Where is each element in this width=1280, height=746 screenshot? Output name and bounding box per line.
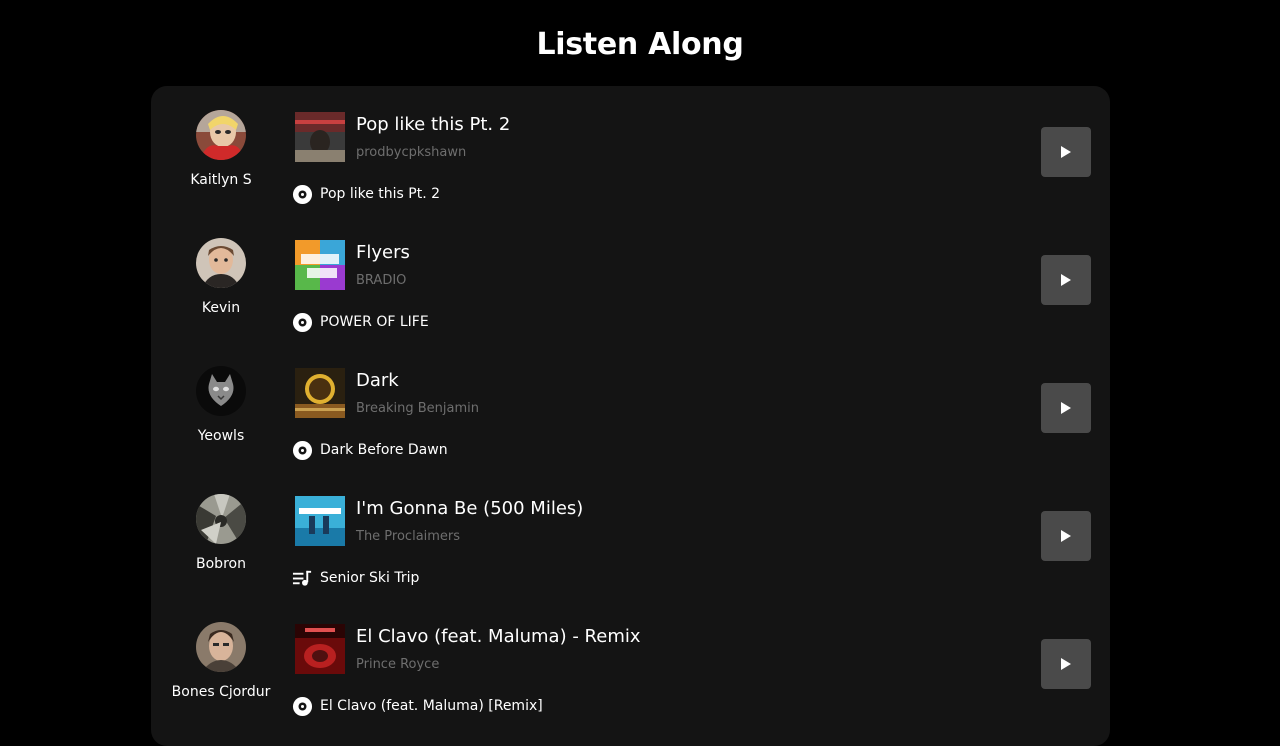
avatar[interactable] bbox=[196, 622, 246, 672]
album-cover[interactable] bbox=[295, 624, 345, 674]
track-title[interactable]: I'm Gonna Be (500 Miles) bbox=[356, 497, 583, 521]
avatar[interactable] bbox=[196, 110, 246, 160]
play-button[interactable] bbox=[1041, 639, 1091, 689]
album-cover[interactable] bbox=[295, 496, 345, 546]
username: Bones Cjordur bbox=[171, 684, 271, 700]
context-album[interactable]: Pop like this Pt. 2 bbox=[292, 183, 440, 205]
list-item: Bones Cjordur El Clavo (feat. Maluma) - … bbox=[151, 598, 1110, 726]
username: Yeowls bbox=[197, 428, 245, 444]
play-button[interactable] bbox=[1041, 383, 1091, 433]
album-disc-icon bbox=[292, 184, 313, 204]
album-disc-icon bbox=[292, 440, 313, 460]
user-info: Kevin bbox=[151, 238, 291, 317]
context-label: POWER OF LIFE bbox=[320, 314, 429, 330]
list-item: Yeowls Dark Breaking Benjamin Dark Befor… bbox=[151, 342, 1110, 470]
track-title[interactable]: Pop like this Pt. 2 bbox=[356, 113, 510, 137]
user-info: Bobron bbox=[151, 494, 291, 573]
username: Kaitlyn S bbox=[190, 172, 252, 188]
context-album[interactable]: POWER OF LIFE bbox=[292, 311, 429, 333]
context-album[interactable]: Dark Before Dawn bbox=[292, 439, 448, 461]
track-artist[interactable]: Prince Royce bbox=[356, 656, 439, 674]
play-icon bbox=[1061, 530, 1071, 542]
context-playlist[interactable]: Senior Ski Trip bbox=[292, 567, 419, 589]
username: Kevin bbox=[201, 300, 241, 316]
list-item: Kaitlyn S Pop like this Pt. 2 prodbycpks… bbox=[151, 86, 1110, 214]
track-title[interactable]: Flyers bbox=[356, 241, 410, 265]
context-label: Dark Before Dawn bbox=[320, 442, 448, 458]
album-disc-icon bbox=[292, 696, 313, 716]
album-disc-icon bbox=[292, 312, 313, 332]
user-info: Yeowls bbox=[151, 366, 291, 445]
album-cover[interactable] bbox=[295, 368, 345, 418]
track-artist[interactable]: Breaking Benjamin bbox=[356, 400, 479, 418]
track-title[interactable]: Dark bbox=[356, 369, 399, 393]
play-icon bbox=[1061, 402, 1071, 414]
playlist-icon bbox=[292, 570, 312, 586]
avatar[interactable] bbox=[196, 238, 246, 288]
play-icon bbox=[1061, 274, 1071, 286]
avatar[interactable] bbox=[196, 494, 246, 544]
track-title[interactable]: El Clavo (feat. Maluma) - Remix bbox=[356, 625, 641, 649]
username: Bobron bbox=[196, 556, 246, 572]
listen-along-list: Kaitlyn S Pop like this Pt. 2 prodbycpks… bbox=[151, 86, 1110, 746]
context-label: Senior Ski Trip bbox=[320, 570, 420, 586]
context-label: Pop like this Pt. 2 bbox=[320, 186, 441, 202]
album-cover[interactable] bbox=[295, 240, 345, 290]
play-icon bbox=[1061, 658, 1071, 670]
play-button[interactable] bbox=[1041, 255, 1091, 305]
play-button[interactable] bbox=[1041, 511, 1091, 561]
context-label: El Clavo (feat. Maluma) [Remix] bbox=[320, 698, 543, 714]
album-cover[interactable] bbox=[295, 112, 345, 162]
list-item: Bobron I'm Gonna Be (500 Miles) The Proc… bbox=[151, 470, 1110, 598]
avatar[interactable] bbox=[196, 366, 246, 416]
user-info: Bones Cjordur bbox=[151, 622, 291, 701]
context-album[interactable]: El Clavo (feat. Maluma) [Remix] bbox=[292, 695, 543, 717]
user-info: Kaitlyn S bbox=[151, 110, 291, 189]
track-artist[interactable]: prodbycpkshawn bbox=[356, 144, 466, 162]
list-item: Kevin Flyers BRADIO POWER OF LIFE bbox=[151, 214, 1110, 342]
play-icon bbox=[1061, 146, 1071, 158]
play-button[interactable] bbox=[1041, 127, 1091, 177]
track-artist[interactable]: The Proclaimers bbox=[356, 528, 460, 546]
page-title: Listen Along bbox=[536, 27, 744, 62]
track-artist[interactable]: BRADIO bbox=[356, 272, 406, 290]
